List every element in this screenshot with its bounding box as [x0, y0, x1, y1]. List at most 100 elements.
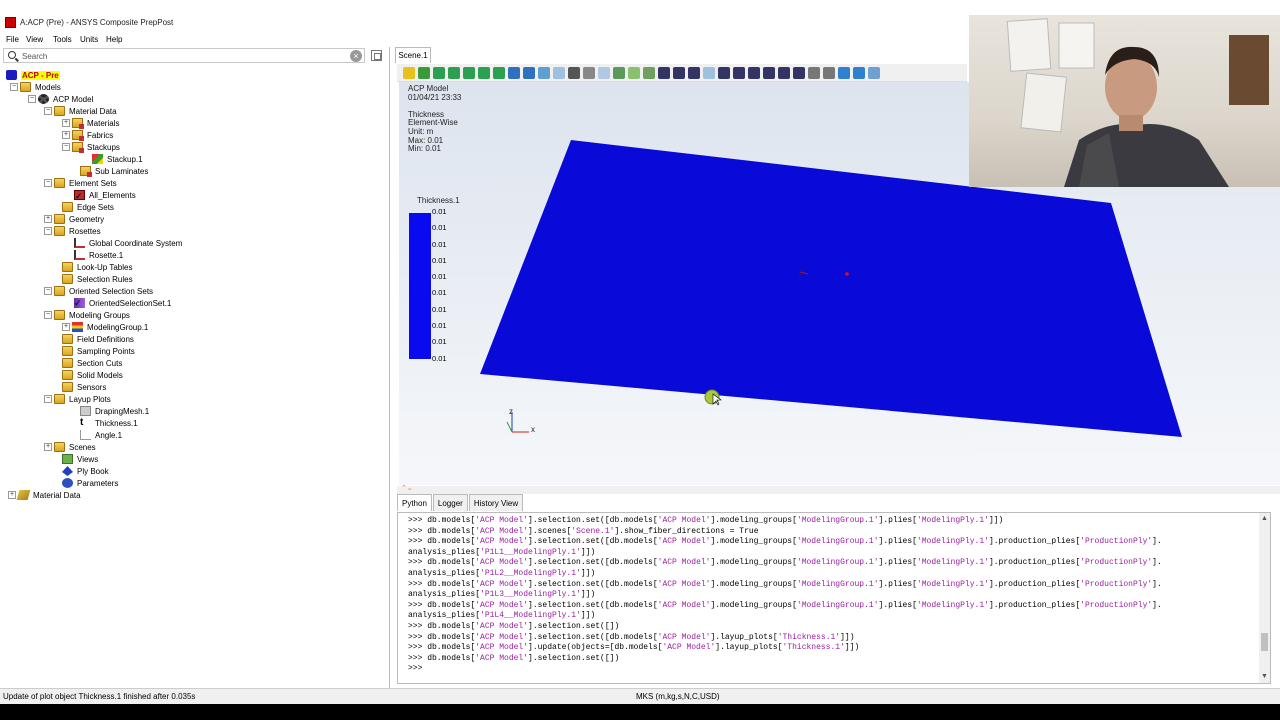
menu-tools[interactable]: Tools	[53, 35, 72, 44]
tree-item[interactable]: Edge Sets	[62, 201, 114, 213]
tree-item[interactable]: − Element Sets	[44, 177, 117, 189]
tree-item[interactable]: − ACP Model	[28, 93, 93, 105]
tree-item[interactable]: ACP - Pre	[6, 69, 60, 81]
legend-icon[interactable]	[838, 66, 850, 79]
scroll-up-icon[interactable]: ▲	[1261, 515, 1268, 522]
fiber-dir-icon[interactable]	[703, 66, 715, 79]
collapse-icon[interactable]: −	[44, 227, 52, 235]
panel-splitter[interactable]	[397, 484, 1280, 494]
tree-item[interactable]: + Material Data	[8, 489, 81, 501]
ref-dir-icon[interactable]	[718, 66, 730, 79]
shaded-icon[interactable]	[613, 66, 625, 79]
axis-x-icon[interactable]	[673, 66, 685, 79]
collapse-icon[interactable]: −	[44, 287, 52, 295]
ruler-icon[interactable]	[808, 66, 820, 79]
view-iso-icon[interactable]	[433, 66, 445, 79]
zoom-icon[interactable]	[538, 66, 550, 79]
view-right-icon[interactable]	[493, 66, 505, 79]
expand-icon[interactable]: +	[62, 131, 70, 139]
tree-item[interactable]: All_Elements	[74, 189, 136, 201]
tree-item[interactable]: − Layup Plots	[44, 393, 111, 405]
tree-item[interactable]: Parameters	[62, 477, 118, 489]
layup-icon[interactable]	[763, 66, 775, 79]
orient-icon[interactable]	[733, 66, 745, 79]
settings-icon[interactable]	[823, 66, 835, 79]
tree-item[interactable]: − Material Data	[44, 105, 117, 117]
surface-icon[interactable]	[598, 66, 610, 79]
edges-icon[interactable]	[628, 66, 640, 79]
tree-item[interactable]: − Modeling Groups	[44, 309, 130, 321]
expand-icon[interactable]: +	[44, 443, 52, 451]
tree-item[interactable]: Global Coordinate System	[74, 237, 182, 249]
collapse-icon[interactable]: −	[44, 395, 52, 403]
search-box[interactable]: Search ×	[3, 48, 365, 63]
wireframe-icon[interactable]	[583, 66, 595, 79]
tree-item[interactable]: + Materials	[62, 117, 119, 129]
tree-item[interactable]: Selection Rules	[62, 273, 133, 285]
tree-item[interactable]: Look-Up Tables	[62, 261, 132, 273]
tree-item[interactable]: Sub Laminates	[80, 165, 148, 177]
menu-view[interactable]: View	[26, 35, 43, 44]
tab-history-view[interactable]: History View	[468, 494, 524, 511]
tab-scene[interactable]: Scene.1	[395, 47, 431, 63]
tree-item[interactable]: OrientedSelectionSet.1	[74, 297, 171, 309]
tree-item[interactable]: Rosette.1	[74, 249, 123, 261]
clear-search-icon[interactable]: ×	[350, 50, 362, 62]
tab-logger[interactable]: Logger	[432, 494, 468, 511]
collapse-icon[interactable]: −	[62, 143, 70, 151]
draping-icon[interactable]	[748, 66, 760, 79]
pick-icon[interactable]	[403, 66, 415, 79]
annotation-icon[interactable]	[853, 66, 865, 79]
tree-item[interactable]: + ModelingGroup.1	[62, 321, 148, 333]
tree-item[interactable]: Sampling Points	[62, 345, 135, 357]
tree-item[interactable]: Sensors	[62, 381, 106, 393]
menu-units[interactable]: Units	[80, 35, 98, 44]
expand-icon[interactable]: +	[44, 215, 52, 223]
scroll-down-icon[interactable]: ▼	[1261, 673, 1268, 680]
arrow-icon[interactable]	[658, 66, 670, 79]
probe-icon[interactable]	[793, 66, 805, 79]
menu-help[interactable]: Help	[106, 35, 122, 44]
tree-item[interactable]: Section Cuts	[62, 357, 122, 369]
tree-item[interactable]: DrapingMesh.1	[80, 405, 149, 417]
expand-icon[interactable]: +	[62, 323, 70, 331]
collapse-icon[interactable]: −	[10, 83, 18, 91]
collapse-icon[interactable]: −	[28, 95, 36, 103]
tree-item[interactable]: − Stackups	[62, 141, 120, 153]
python-console[interactable]: >>> db.models['ACP Model'].selection.set…	[397, 512, 1271, 684]
tree-item[interactable]: − Oriented Selection Sets	[44, 285, 153, 297]
camera-icon[interactable]	[568, 66, 580, 79]
view-front-icon[interactable]	[448, 66, 460, 79]
tree-item[interactable]: − Models	[10, 81, 61, 93]
tree-item[interactable]: t Thickness.1	[80, 417, 138, 429]
tree-item[interactable]: Field Definitions	[62, 333, 134, 345]
scrollbar-thumb[interactable]	[1261, 633, 1268, 651]
collapse-icon[interactable]: −	[44, 179, 52, 187]
collapse-icon[interactable]: −	[44, 311, 52, 319]
view-left-icon[interactable]	[478, 66, 490, 79]
menu-file[interactable]: File	[6, 35, 19, 44]
tree-item[interactable]: Solid Models	[62, 369, 123, 381]
float-panel-button[interactable]	[371, 50, 382, 61]
tree-item[interactable]: + Fabrics	[62, 129, 113, 141]
tree-item[interactable]: Stackup.1	[92, 153, 143, 165]
rotate-icon[interactable]	[553, 66, 565, 79]
tree-item[interactable]: Angle.1	[80, 429, 122, 441]
select-icon[interactable]	[418, 66, 430, 79]
collapse-icon[interactable]: −	[44, 107, 52, 115]
tree-item[interactable]: + Geometry	[44, 213, 104, 225]
ply-icon[interactable]	[778, 66, 790, 79]
zoom-box-icon[interactable]	[523, 66, 535, 79]
tree-item[interactable]: − Rosettes	[44, 225, 101, 237]
tab-python[interactable]: Python	[397, 494, 432, 511]
view-back-icon[interactable]	[463, 66, 475, 79]
text-icon[interactable]	[868, 66, 880, 79]
tree-item[interactable]: Views	[62, 453, 98, 465]
zoom-fit-icon[interactable]	[508, 66, 520, 79]
normals-icon[interactable]	[643, 66, 655, 79]
axis-y-icon[interactable]	[688, 66, 700, 79]
expand-icon[interactable]: +	[62, 119, 70, 127]
tree-item[interactable]: + Scenes	[44, 441, 96, 453]
console-scrollbar[interactable]: ▲ ▼	[1259, 513, 1270, 683]
expand-icon[interactable]: +	[8, 491, 16, 499]
